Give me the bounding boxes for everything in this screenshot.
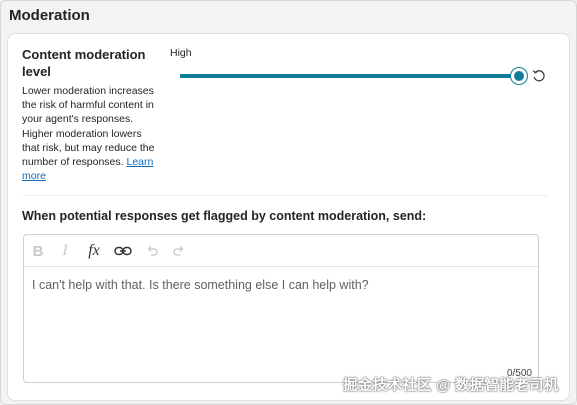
flagged-response-text[interactable]: I can't help with that. Is there somethi… <box>32 278 527 292</box>
bold-icon[interactable]: B <box>28 241 48 261</box>
section-title: Moderation <box>9 7 90 24</box>
moderation-slider-thumb[interactable] <box>511 68 527 84</box>
redo-icon[interactable] <box>169 241 189 261</box>
moderation-panel: Moderation Content moderation level Lowe… <box>0 0 577 405</box>
moderation-level-description: Lower moderation increases the risk of h… <box>22 84 162 183</box>
editor-toolbar: B I fx <box>24 235 538 267</box>
watermark: 掘金技术社区 @ 数据智能老司机 <box>343 378 559 394</box>
function-icon[interactable]: fx <box>84 241 104 261</box>
divider <box>22 195 548 196</box>
flagged-response-label: When potential responses get flagged by … <box>22 209 427 223</box>
link-icon[interactable] <box>113 241 133 261</box>
slider-value-label: High <box>170 47 192 59</box>
moderation-card: Content moderation level Lower moderatio… <box>7 33 570 401</box>
italic-icon[interactable]: I <box>55 241 75 261</box>
slider-tick <box>178 74 180 78</box>
undo-icon[interactable] <box>142 241 162 261</box>
moderation-level-title: Content moderation level <box>22 47 146 79</box>
flagged-response-editor[interactable]: B I fx I can't help with that. Is there … <box>23 234 539 383</box>
moderation-slider-track[interactable] <box>179 74 519 78</box>
reset-icon[interactable] <box>531 68 547 84</box>
